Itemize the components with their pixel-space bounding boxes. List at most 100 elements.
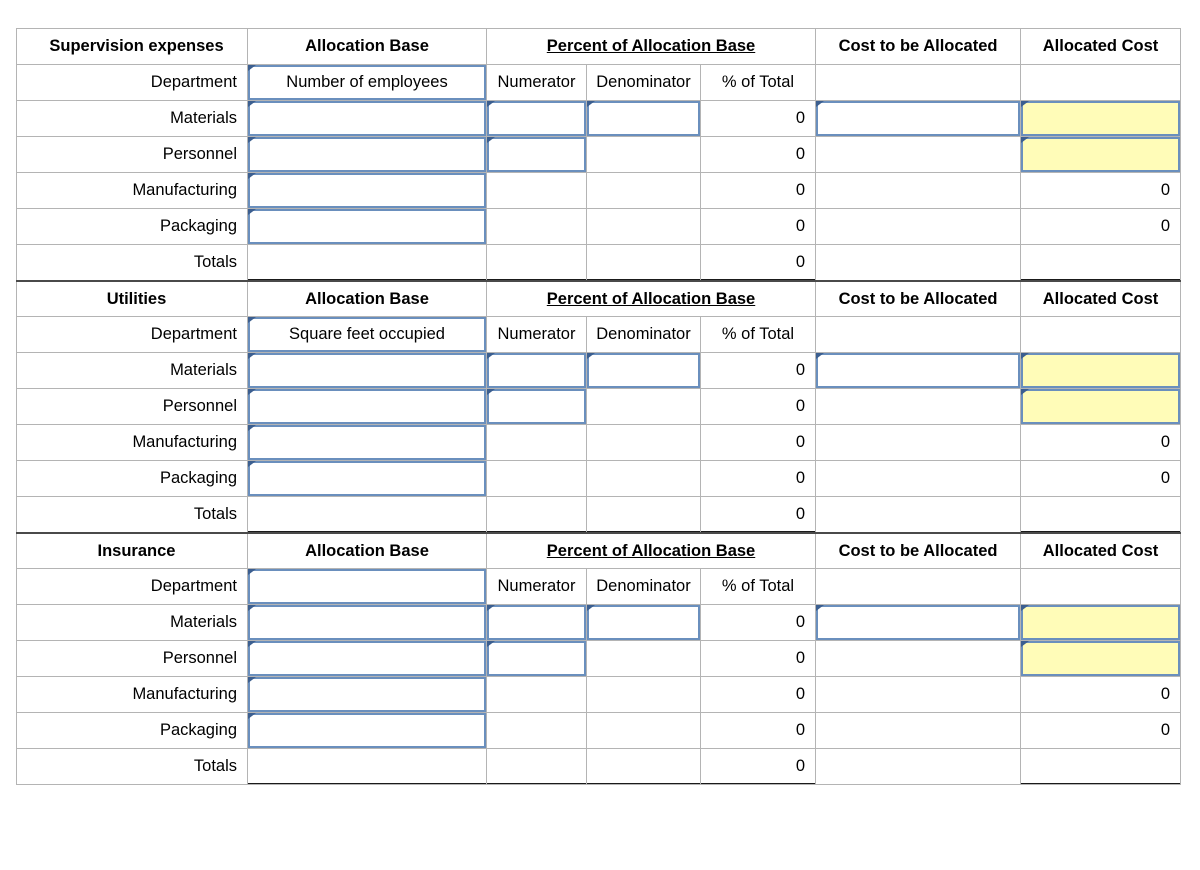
numerator-supervision-expenses-packaging[interactable] (486, 208, 587, 245)
cost-to-be-allocated-insurance-materials[interactable] (815, 604, 1022, 641)
allocated-cost-insurance-personnel[interactable] (1020, 640, 1182, 677)
cost-to-be-allocated-insurance-materials-input[interactable] (816, 605, 1020, 640)
base-utilities-packaging[interactable] (247, 460, 487, 497)
numerator-insurance-packaging[interactable] (486, 712, 587, 749)
numerator-supervision-expenses-personnel-input[interactable] (487, 137, 586, 172)
cost-to-be-allocated-insurance-personnel[interactable] (815, 640, 1022, 677)
numerator-insurance-personnel[interactable] (486, 640, 587, 677)
header-allocated-cost: Allocated Cost (1020, 279, 1182, 317)
base-supervision-expenses-materials[interactable] (247, 100, 487, 137)
base-supervision-expenses-materials-input[interactable] (248, 101, 486, 136)
cost-to-be-allocated-utilities-packaging[interactable] (815, 460, 1022, 497)
allocated-cost-supervision-expenses-personnel-input[interactable] (1021, 137, 1180, 172)
denominator-insurance-materials-input[interactable] (587, 605, 700, 640)
denominator-supervision-expenses-materials-input[interactable] (587, 101, 700, 136)
percent-of-total-insurance-materials: 0 (699, 604, 817, 641)
cost-to-be-allocated-utilities-materials[interactable] (815, 352, 1022, 389)
cost-to-be-allocated-utilities-personnel[interactable] (815, 388, 1022, 425)
denominator-insurance-materials[interactable] (586, 604, 701, 641)
base-insurance-packaging-input[interactable] (248, 713, 486, 748)
cost-to-be-allocated-supervision-expenses-packaging[interactable] (815, 208, 1022, 245)
base-utilities-materials[interactable] (247, 352, 487, 389)
allocated-cost-supervision-expenses-materials-input[interactable] (1021, 101, 1180, 136)
base-insurance-personnel-input[interactable] (248, 641, 486, 676)
percent-of-total-utilities-manufacturing: 0 (699, 424, 817, 461)
allocated-cost-utilities-packaging[interactable]: 0 (1020, 460, 1182, 497)
numerator-insurance-materials-input[interactable] (487, 605, 586, 640)
allocation-base-name-utilities[interactable]: Square feet occupied (247, 316, 487, 353)
allocated-cost-supervision-expenses-personnel[interactable] (1020, 136, 1182, 173)
cost-to-be-allocated-supervision-expenses-materials-input[interactable] (816, 101, 1020, 136)
base-supervision-expenses-manufacturing-input[interactable] (248, 173, 486, 208)
numerator-utilities-personnel[interactable] (486, 388, 587, 425)
numerator-insurance-personnel-input[interactable] (487, 641, 586, 676)
denominator-insurance-personnel[interactable] (586, 640, 701, 677)
base-insurance-personnel[interactable] (247, 640, 487, 677)
numerator-utilities-materials[interactable] (486, 352, 587, 389)
base-insurance-materials-input[interactable] (248, 605, 486, 640)
denominator-utilities-materials[interactable] (586, 352, 701, 389)
allocated-cost-utilities-manufacturing[interactable]: 0 (1020, 424, 1182, 461)
allocated-cost-utilities-materials-input[interactable] (1021, 353, 1180, 388)
cost-to-be-allocated-insurance-packaging[interactable] (815, 712, 1022, 749)
denominator-supervision-expenses-materials[interactable] (586, 100, 701, 137)
allocated-cost-supervision-expenses-packaging[interactable]: 0 (1020, 208, 1182, 245)
allocated-cost-insurance-manufacturing[interactable]: 0 (1020, 676, 1182, 713)
base-supervision-expenses-personnel[interactable] (247, 136, 487, 173)
allocated-cost-utilities-personnel[interactable] (1020, 388, 1182, 425)
allocated-cost-utilities-personnel-input[interactable] (1021, 389, 1180, 424)
numerator-supervision-expenses-materials-input[interactable] (487, 101, 586, 136)
base-supervision-expenses-manufacturing[interactable] (247, 172, 487, 209)
numerator-utilities-personnel-input[interactable] (487, 389, 586, 424)
numerator-supervision-expenses-manufacturing[interactable] (486, 172, 587, 209)
base-utilities-materials-input[interactable] (248, 353, 486, 388)
header-allocated-cost: Allocated Cost (1020, 531, 1182, 569)
allocation-base-name-supervision-expenses[interactable]: Number of employees (247, 64, 487, 101)
allocation-base-name-insurance-input[interactable] (248, 569, 486, 604)
numerator-supervision-expenses-materials[interactable] (486, 100, 587, 137)
denominator-utilities-packaging[interactable] (586, 460, 701, 497)
base-supervision-expenses-packaging-input[interactable] (248, 209, 486, 244)
numerator-insurance-manufacturing[interactable] (486, 676, 587, 713)
base-insurance-manufacturing-input[interactable] (248, 677, 486, 712)
numerator-utilities-materials-input[interactable] (487, 353, 586, 388)
cost-to-be-allocated-utilities-materials-input[interactable] (816, 353, 1020, 388)
allocated-cost-insurance-materials[interactable] (1020, 604, 1182, 641)
denominator-insurance-packaging[interactable] (586, 712, 701, 749)
numerator-insurance-materials[interactable] (486, 604, 587, 641)
base-utilities-manufacturing-input[interactable] (248, 425, 486, 460)
allocated-cost-insurance-personnel-input[interactable] (1021, 641, 1180, 676)
numerator-supervision-expenses-personnel[interactable] (486, 136, 587, 173)
denominator-insurance-manufacturing[interactable] (586, 676, 701, 713)
cost-to-be-allocated-supervision-expenses-materials[interactable] (815, 100, 1022, 137)
denominator-supervision-expenses-manufacturing[interactable] (586, 172, 701, 209)
header-allocation-base: Allocation Base (247, 279, 487, 317)
base-insurance-packaging[interactable] (247, 712, 487, 749)
totals-percent-of-total-supervision-expenses-value: 0 (795, 253, 806, 272)
numerator-utilities-packaging[interactable] (486, 460, 587, 497)
cost-to-be-allocated-utilities-manufacturing[interactable] (815, 424, 1022, 461)
denominator-utilities-materials-input[interactable] (587, 353, 700, 388)
cost-to-be-allocated-supervision-expenses-personnel[interactable] (815, 136, 1022, 173)
base-utilities-packaging-input[interactable] (248, 461, 486, 496)
allocated-cost-supervision-expenses-manufacturing[interactable]: 0 (1020, 172, 1182, 209)
allocated-cost-utilities-materials[interactable] (1020, 352, 1182, 389)
base-supervision-expenses-personnel-input[interactable] (248, 137, 486, 172)
denominator-utilities-personnel[interactable] (586, 388, 701, 425)
base-utilities-personnel[interactable] (247, 388, 487, 425)
base-insurance-manufacturing[interactable] (247, 676, 487, 713)
base-insurance-materials[interactable] (247, 604, 487, 641)
cost-to-be-allocated-insurance-manufacturing[interactable] (815, 676, 1022, 713)
base-supervision-expenses-packaging[interactable] (247, 208, 487, 245)
base-utilities-personnel-input[interactable] (248, 389, 486, 424)
cost-to-be-allocated-supervision-expenses-manufacturing[interactable] (815, 172, 1022, 209)
numerator-utilities-manufacturing[interactable] (486, 424, 587, 461)
denominator-supervision-expenses-personnel[interactable] (586, 136, 701, 173)
allocation-base-name-insurance[interactable] (247, 568, 487, 605)
denominator-utilities-manufacturing[interactable] (586, 424, 701, 461)
base-utilities-manufacturing[interactable] (247, 424, 487, 461)
allocated-cost-supervision-expenses-materials[interactable] (1020, 100, 1182, 137)
allocated-cost-insurance-packaging[interactable]: 0 (1020, 712, 1182, 749)
denominator-supervision-expenses-packaging[interactable] (586, 208, 701, 245)
allocated-cost-insurance-materials-input[interactable] (1021, 605, 1180, 640)
